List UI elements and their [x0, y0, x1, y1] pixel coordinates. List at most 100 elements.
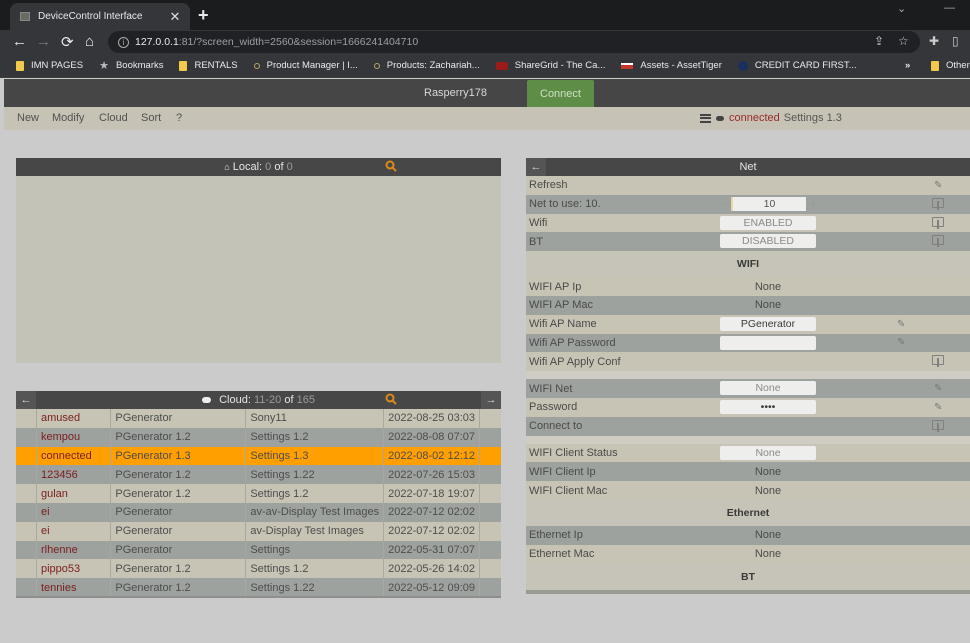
menu-modify[interactable]: Modify [52, 112, 84, 124]
back-icon[interactable]: ← [12, 33, 27, 50]
bookmark-imn-pages[interactable]: IMN PAGES [16, 60, 83, 71]
apply-icon[interactable] [932, 419, 944, 432]
ap-ip-value: None [754, 280, 782, 293]
status-state: connected [729, 112, 780, 124]
minimize-icon[interactable]: — [944, 2, 955, 14]
table-row[interactable]: kempou PGenerator 1.2 Settings 1.2 2022-08-… [16, 427, 501, 447]
url-path: :81/?screen_width=2560&session=166624140… [178, 36, 419, 48]
bookmark-product-manager[interactable]: Product Manager | I... [253, 60, 358, 71]
bookmarks-overflow-icon[interactable]: » [905, 60, 910, 71]
table-row[interactable]: ei PGenerator av-Display Test Images 2022-0… [16, 521, 501, 541]
folder-icon [16, 60, 24, 71]
connect-button[interactable]: Connect [527, 80, 594, 107]
cloud-search-icon[interactable] [385, 393, 397, 405]
forward-icon[interactable]: → [36, 33, 51, 50]
sharegrid-icon [495, 61, 508, 70]
increment-button[interactable]: + [810, 198, 816, 210]
bookmark-credit-card[interactable]: CREDIT CARD FIRST... [737, 60, 857, 71]
client-status-label: WIFI Client Status [529, 446, 618, 459]
bookmark-sharegrid[interactable]: ShareGrid - The Ca... [495, 60, 605, 71]
eth-ip-row: Ethernet Ip None [526, 525, 970, 545]
menu-bar: New Modify Cloud Sort ? connected Settin… [4, 107, 970, 130]
pencil-icon[interactable]: ✎ [897, 337, 905, 348]
refresh-row[interactable]: Refresh ✎ [526, 176, 970, 195]
cloud-icon [202, 397, 212, 404]
apply-icon[interactable] [932, 216, 944, 229]
side-panel-icon[interactable]: ▯ [952, 34, 959, 48]
pencil-icon[interactable]: ✎ [934, 180, 942, 191]
star-icon: ★ [99, 60, 109, 72]
cell-profile: av-Display Test Images [245, 521, 385, 541]
cell-profile: Settings 1.22 [245, 465, 385, 485]
local-of: of [274, 161, 284, 173]
wifi-net-row: WIFI Net None ✎ [526, 379, 970, 398]
new-tab-button[interactable]: + [198, 5, 209, 26]
hamburger-menu-icon[interactable] [700, 113, 711, 123]
home-icon[interactable]: ⌂ [85, 33, 94, 50]
table-row[interactable]: tennies PGenerator 1.2 Settings 1.22 2022-0… [16, 578, 501, 597]
row-spacer [479, 446, 501, 466]
tab-close-icon[interactable]: ✕ [168, 9, 182, 25]
cell-date: 2022-07-26 15:03 [383, 465, 480, 485]
ap-mac-label: WIFI AP Mac [529, 299, 593, 312]
net-panel-bottom [526, 589, 970, 594]
menu-sort[interactable]: Sort [141, 112, 161, 124]
table-row[interactable]: ei PGenerator av-av-Display Test Images 202… [16, 502, 501, 522]
bookmark-products[interactable]: Products: Zachariah... [373, 60, 480, 71]
cell-name: ei [36, 502, 112, 522]
reload-icon[interactable]: ⟳ [61, 33, 74, 51]
cell-date: 2022-05-26 14:02 [383, 559, 480, 579]
menu-help[interactable]: ? [176, 112, 182, 124]
table-row[interactable]: rlhenne PGenerator Settings 2022-05-31 07:0… [16, 540, 501, 560]
row-spacer [16, 484, 37, 503]
wifi-row: Wifi ENABLED [526, 213, 970, 233]
menu-cloud[interactable]: Cloud [99, 112, 128, 124]
share-icon[interactable]: ⇪ [874, 34, 884, 48]
cloud-total: 165 [296, 394, 315, 406]
ap-ip-row: WIFI AP Ip None [526, 277, 970, 296]
cloud-range: 11-20 [253, 394, 282, 406]
ap-password-input[interactable] [720, 335, 816, 350]
table-row[interactable]: pippo53 PGenerator 1.2 Settings 1.2 2022-05… [16, 559, 501, 579]
other-bookmarks[interactable]: Other [931, 60, 970, 71]
bookmark-bookmarks[interactable]: ★ Bookmarks [99, 59, 163, 72]
tab-search-icon[interactable]: ⌄ [897, 2, 906, 15]
local-search-icon[interactable] [385, 160, 397, 172]
table-row[interactable]: connected PGenerator 1.3 Settings 1.3 2022-… [16, 446, 501, 466]
ap-name-input[interactable]: PGenerator [720, 316, 816, 331]
row-spacer [16, 521, 37, 541]
browser-tab[interactable]: DeviceControl Interface ✕ [10, 3, 190, 30]
bt-toggle[interactable]: DISABLED [720, 234, 816, 249]
app-header: Rasperry178 Connect [4, 79, 970, 107]
page-favicon-icon [20, 12, 30, 21]
bookmark-assettiger[interactable]: Assets - AssetTiger [621, 60, 722, 71]
apply-icon[interactable] [932, 197, 944, 210]
wifi-net-input[interactable]: None [720, 381, 816, 396]
wifi-toggle[interactable]: ENABLED [720, 215, 816, 230]
bookmarks-bar: IMN PAGES ★ Bookmarks RENTALS Product Man… [0, 54, 970, 78]
pencil-icon[interactable]: ✎ [934, 383, 942, 394]
password-input[interactable]: •••• [720, 399, 816, 414]
pencil-icon[interactable]: ✎ [934, 402, 942, 413]
menu-new[interactable]: New [17, 112, 39, 124]
site-info-icon[interactable]: i [118, 36, 129, 48]
cell-name: gulan [36, 484, 112, 503]
decrement-button[interactable]: − [720, 198, 726, 210]
cloud-next-button[interactable]: → [481, 391, 501, 409]
table-row[interactable]: gulan PGenerator 1.2 Settings 1.2 2022-07-1… [16, 484, 501, 503]
site-icon [253, 62, 260, 69]
bookmark-star-icon[interactable]: ☆ [898, 34, 909, 48]
cell-date: 2022-07-18 19:07 [383, 484, 480, 503]
table-row[interactable]: amused PGenerator Sony11 2022-08-25 03:03 [16, 409, 501, 428]
net-to-use-input[interactable]: 10 [731, 196, 806, 211]
address-bar[interactable]: i 127.0.0.1:81/?screen_width=2560&sessio… [108, 31, 920, 53]
apply-icon[interactable] [932, 355, 944, 368]
table-row[interactable]: 123456 PGenerator 1.2 Settings 1.22 2022-07… [16, 465, 501, 485]
apply-icon[interactable] [932, 235, 944, 248]
bookmark-rentals[interactable]: RENTALS [179, 60, 238, 71]
extensions-icon[interactable]: ✚ [929, 34, 939, 48]
net-to-use-row: Net to use: 10. − 10 + [526, 194, 970, 214]
bookmark-label: CREDIT CARD FIRST... [754, 60, 857, 71]
cell-profile: Settings 1.2 [245, 484, 385, 503]
pencil-icon[interactable]: ✎ [897, 319, 905, 330]
